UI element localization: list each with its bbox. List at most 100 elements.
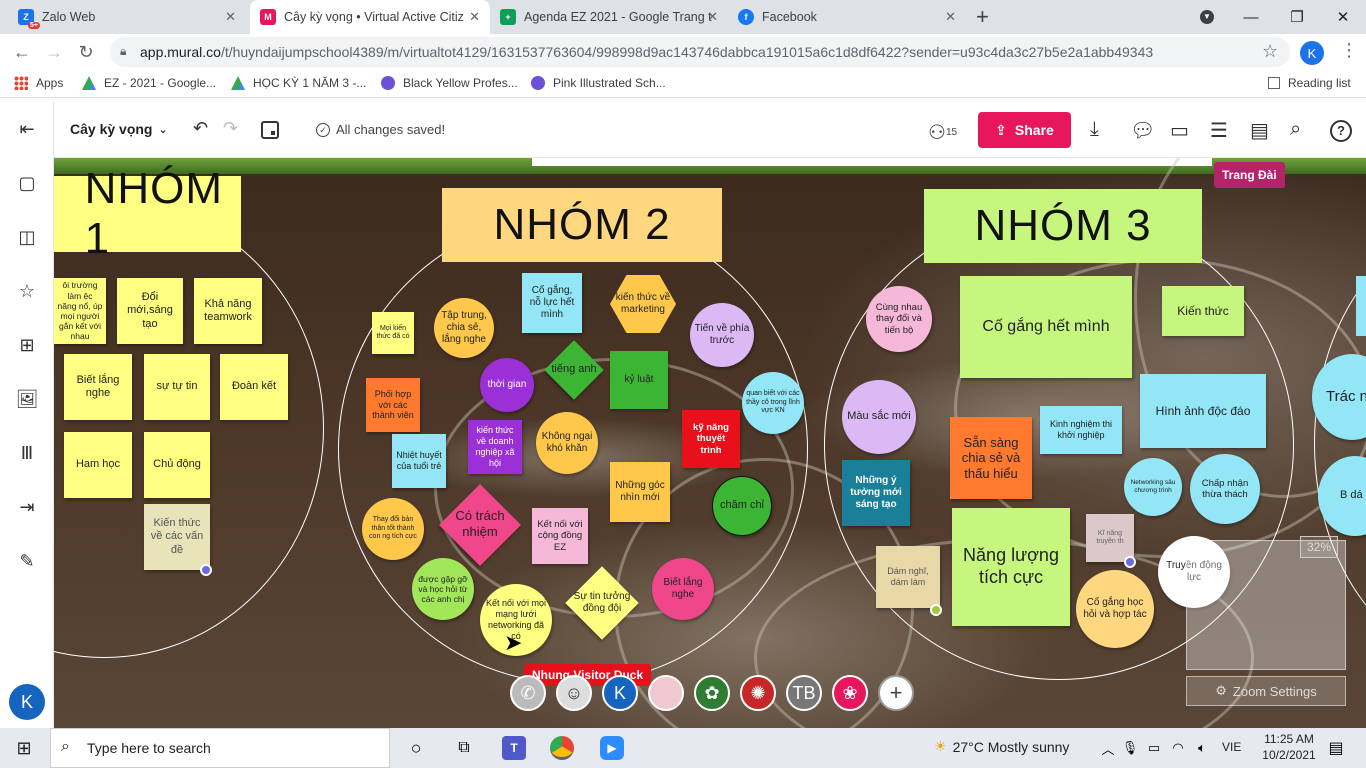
bookmark-black-yellow[interactable]: Black Yellow Profes...: [381, 76, 518, 90]
forward-icon[interactable]: →: [42, 40, 66, 64]
tab-facebook[interactable]: f Facebook ✕: [728, 0, 966, 34]
microphone-icon[interactable]: 🎙︎: [1118, 736, 1142, 760]
frameworks-icon[interactable]: ⊞: [16, 334, 38, 356]
minimize-icon[interactable]: —: [1228, 0, 1274, 34]
close-tab-icon[interactable]: ✕: [225, 9, 236, 25]
close-tab-icon[interactable]: ✕: [945, 9, 956, 25]
sticky-note-icon[interactable]: ▢: [16, 172, 38, 194]
new-tab-icon[interactable]: +: [976, 4, 989, 30]
battery-icon[interactable]: ▭: [1142, 736, 1166, 760]
reload-icon[interactable]: ↻: [74, 40, 98, 64]
chat-icon[interactable]: 💬︎: [1130, 118, 1155, 143]
mural-canvas[interactable]: NHÓM 1 NHÓM 2 NHÓM 3 ôi trường làm ệc nă…: [54, 158, 1366, 728]
download-icon[interactable]: ⤓: [1090, 118, 1099, 141]
sticky-note[interactable]: chăm chỉ: [712, 476, 772, 536]
sticky-note[interactable]: Biết lắng nghe: [652, 558, 714, 620]
sticky-note[interactable]: Kiến thức về các vấn đề: [144, 504, 210, 570]
search-board-icon[interactable]: ⌕: [1290, 118, 1301, 141]
sticky-note[interactable]: Cố gắng hết mình: [960, 276, 1132, 378]
close-tab-icon[interactable]: ✕: [469, 9, 480, 25]
bookmark-star-icon[interactable]: ☆: [1262, 41, 1278, 62]
sticky-note[interactable]: Thay đổi bản thân tốt thành con ng tích …: [362, 498, 424, 560]
sticky-note[interactable]: Đổi mới,sáng tạo: [117, 278, 183, 344]
avatar-photo[interactable]: [648, 675, 684, 711]
group-1-title[interactable]: NHÓM 1: [54, 164, 241, 263]
sticky-note[interactable]: sự tự tin: [144, 354, 210, 420]
sticky-note[interactable]: Networking sâu chương trình: [1124, 458, 1182, 516]
avatar[interactable]: TB: [786, 675, 822, 711]
wifi-icon[interactable]: ◠: [1166, 736, 1190, 760]
tab-zalo[interactable]: Z 5+ Zalo Web ✕: [8, 0, 246, 34]
sticky-note[interactable]: Kết nối với cộng đồng EZ: [532, 508, 588, 564]
library-icon[interactable]: Ⅲ: [16, 442, 38, 464]
sticky-note[interactable]: Kinh nghiệm thi khởi nghiệp: [1040, 406, 1122, 454]
sticky-note[interactable]: Biết lắng nghe: [64, 354, 132, 420]
sticky-note[interactable]: Kĩ năng truyền th: [1086, 514, 1134, 562]
sticky-note[interactable]: Chấp nhận thừa thách: [1190, 454, 1260, 524]
sticky-note[interactable]: Hình ảnh độc đáo: [1140, 374, 1266, 448]
tab-google-sheets[interactable]: + Agenda EZ 2021 - Google Trang t ✕: [490, 0, 728, 34]
share-button[interactable]: ⇪ Share: [978, 112, 1071, 148]
sticky-note[interactable]: thời gian: [480, 358, 534, 412]
help-icon[interactable]: ?: [1330, 120, 1352, 142]
sticky-note[interactable]: Cùng nhau thay đổi và tiến bộ: [866, 286, 932, 352]
sticky-note[interactable]: [1356, 276, 1366, 336]
bookmark-ez[interactable]: EZ - 2021 - Google...: [82, 76, 216, 90]
sticky-note[interactable]: Không ngại khó khăn: [536, 412, 598, 474]
address-bar[interactable]: 🔒︎ app.mural.co/t/huyndaijumpschool4389/…: [110, 37, 1290, 67]
language-indicator[interactable]: VIE: [1222, 740, 1241, 754]
pen-icon[interactable]: ✎: [16, 550, 38, 572]
crab-avatar-icon[interactable]: ✺: [740, 675, 776, 711]
sticky-note[interactable]: Kiến thức: [1162, 286, 1244, 336]
task-view-icon[interactable]: ⧉: [452, 736, 476, 760]
weather-widget[interactable]: ☀ 27°C Mostly sunny: [934, 738, 1069, 755]
sticky-note[interactable]: Nhiệt huyết của tuổi trẻ: [392, 434, 446, 488]
sticky-note[interactable]: Màu sắc mới: [842, 380, 916, 454]
zoom-percent[interactable]: 32%: [1300, 536, 1339, 558]
sticky-note[interactable]: kỹ năng thuyết trình: [682, 410, 740, 468]
minimap[interactable]: [1186, 540, 1346, 670]
restore-icon[interactable]: ❐: [1274, 0, 1320, 34]
sticky-note[interactable]: ôi trường làm ệc năng nổ, úp mọi người g…: [54, 278, 106, 344]
taskbar-search[interactable]: ⌕ Type here to search: [50, 728, 390, 768]
reading-list[interactable]: Reading list: [1268, 76, 1351, 90]
cortana-icon[interactable]: ○: [404, 736, 428, 760]
back-icon[interactable]: ←: [10, 40, 34, 64]
zoom-app-icon[interactable]: ▶: [600, 736, 624, 760]
sticky-note[interactable]: Năng lượng tích cực: [952, 508, 1070, 626]
clock[interactable]: 11:25 AM 10/2/2021: [1258, 731, 1320, 763]
sticky-note[interactable]: Tiến về phía trước: [690, 303, 754, 367]
sticky-note[interactable]: Đoàn kết: [220, 354, 288, 420]
add-collaborator-icon[interactable]: +: [878, 675, 914, 711]
import-icon[interactable]: ⇥: [16, 496, 38, 518]
group-2-title[interactable]: NHÓM 2: [442, 188, 722, 262]
avatar[interactable]: K: [602, 675, 638, 711]
zoom-settings-button[interactable]: ⚙ Zoom Settings: [1186, 676, 1346, 706]
chevron-up-icon[interactable]: ︿: [1096, 736, 1120, 760]
sticky-note[interactable]: kiến thức về doanh nghiệp xã hội: [468, 420, 522, 474]
phone-icon[interactable]: ✆: [510, 675, 546, 711]
volume-icon[interactable]: 🔈︎: [1190, 736, 1214, 760]
close-tab-icon[interactable]: ✕: [707, 9, 718, 25]
bookmark-hoc-ky[interactable]: HỌC KỲ 1 NĂM 3 -...: [231, 76, 366, 90]
close-window-icon[interactable]: ✕: [1320, 0, 1366, 34]
shrimp-avatar-icon[interactable]: ❀: [832, 675, 868, 711]
undo-icon[interactable]: ↶: [193, 118, 208, 139]
tab-mural[interactable]: M Cây kỳ vọng • Virtual Active Citiz ✕: [250, 0, 490, 34]
members-button[interactable]: ⚇ 15: [928, 120, 957, 145]
sticky-note[interactable]: Cố gắng học hỏi và hợp tác: [1076, 570, 1154, 648]
bookmark-apps[interactable]: Apps: [14, 76, 63, 90]
sticky-note[interactable]: Sẵn sàng chia sẻ và thấu hiểu: [950, 417, 1032, 499]
tab-search-icon[interactable]: ▼: [1184, 0, 1230, 34]
redo-icon[interactable]: ↷: [223, 118, 238, 139]
sticky-note[interactable]: Ham học: [64, 432, 132, 498]
sticky-note[interactable]: Tập trung, chia sẻ, lắng nghe: [434, 298, 494, 358]
windows-start-icon[interactable]: ⊞: [12, 736, 36, 760]
sticky-note[interactable]: Những ý tưởng mới sáng tạo: [842, 460, 910, 526]
sticky-note[interactable]: Chủ động: [144, 432, 210, 498]
sticky-note[interactable]: Cố gắng, nỗ lực hết mình: [522, 273, 582, 333]
activity-icon[interactable]: ☰: [1210, 118, 1228, 143]
sticky-note[interactable]: được gặp gỡ và học hỏi từ các anh chị: [412, 558, 474, 620]
notifications-icon[interactable]: ▤: [1324, 736, 1348, 760]
profile-avatar[interactable]: K: [1300, 41, 1324, 65]
